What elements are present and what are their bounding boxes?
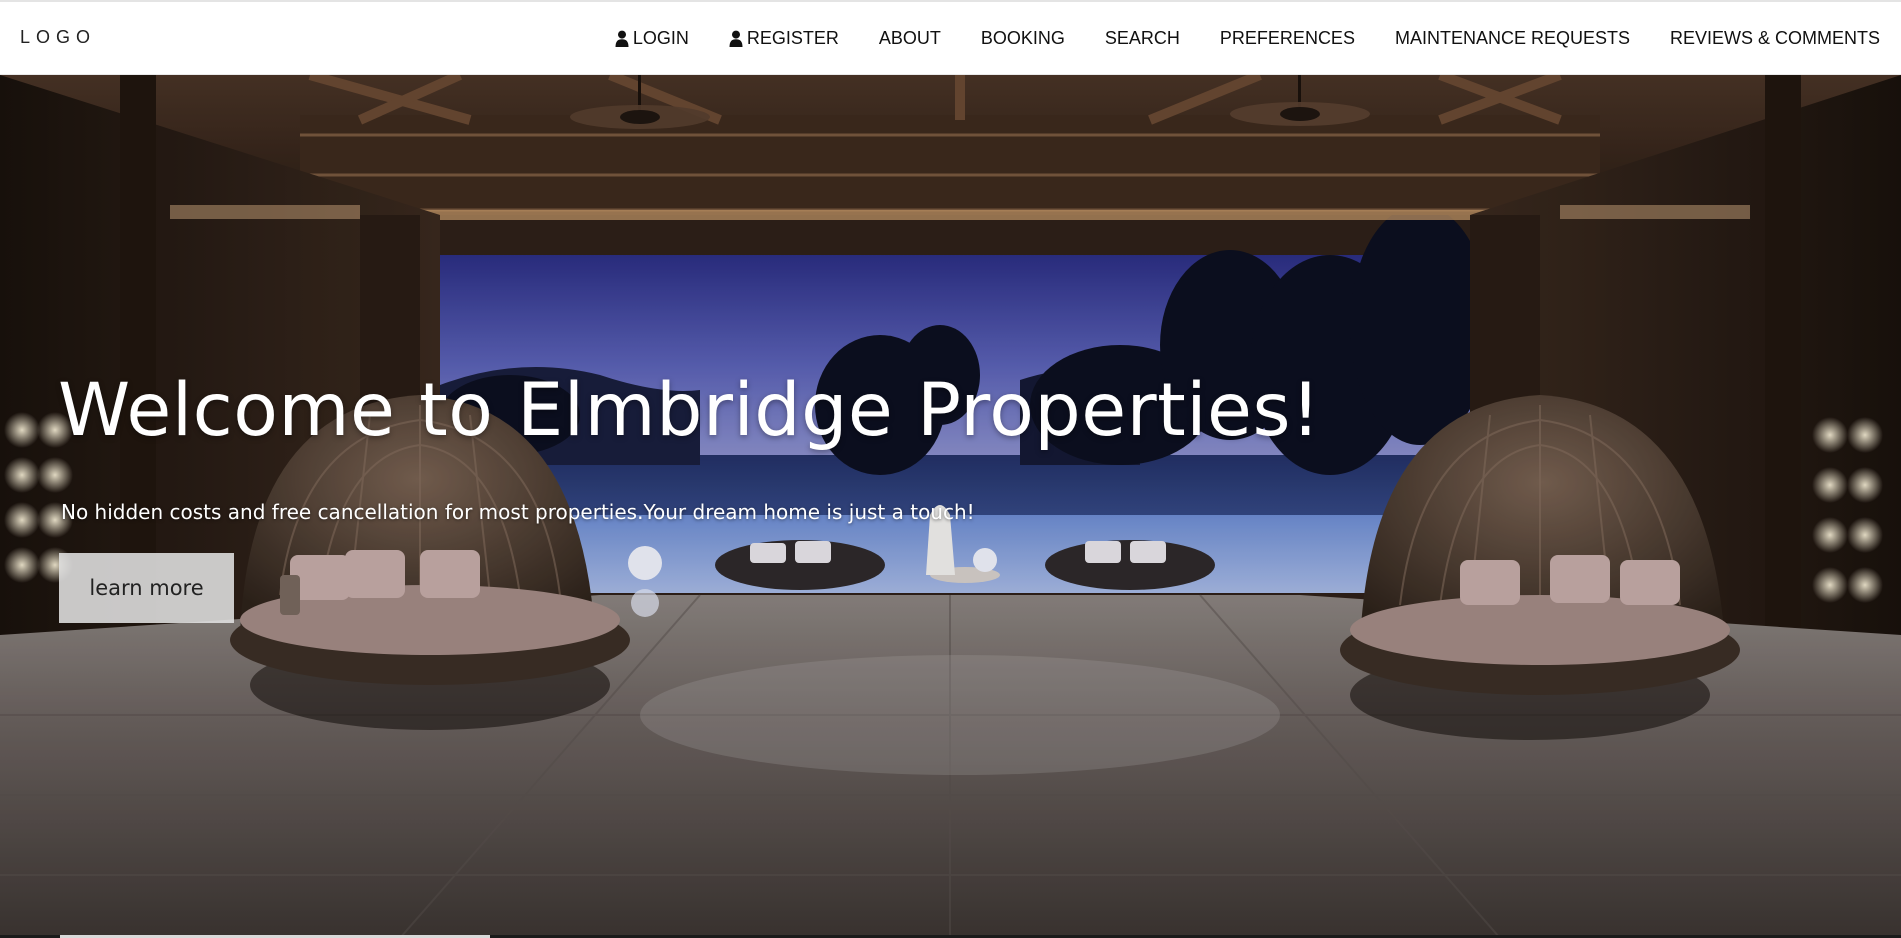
nav-booking-link[interactable]: BOOKING bbox=[981, 28, 1065, 49]
hero-section: Welcome to Elmbridge Properties! No hidd… bbox=[0, 75, 1901, 938]
hero-title: Welcome to Elmbridge Properties! bbox=[58, 367, 1321, 453]
nav-about-link[interactable]: ABOUT bbox=[879, 28, 941, 49]
nav-search-link[interactable]: SEARCH bbox=[1105, 28, 1180, 49]
nav-login-link[interactable]: LOGIN bbox=[615, 28, 689, 49]
learn-more-button[interactable]: learn more bbox=[59, 553, 234, 623]
nav-reviews-comments-link[interactable]: REVIEWS & COMMENTS bbox=[1670, 28, 1880, 49]
nav-preferences-link[interactable]: PREFERENCES bbox=[1220, 28, 1355, 49]
logo[interactable]: LOGO bbox=[20, 27, 96, 48]
nav-login-label: LOGIN bbox=[632, 28, 689, 48]
nav-maintenance-requests-link[interactable]: MAINTENANCE REQUESTS bbox=[1395, 28, 1630, 49]
user-icon bbox=[729, 30, 743, 47]
main-nav: LOGIN REGISTER ABOUT BOOKING SEARCH PREF… bbox=[615, 2, 1880, 75]
page: LOGO LOGIN REGISTER ABOUT BOOKING SEARCH… bbox=[0, 0, 1901, 938]
hero-subtitle: No hidden costs and free cancellation fo… bbox=[61, 500, 975, 524]
nav-register-label: REGISTER bbox=[746, 28, 839, 48]
nav-register-link[interactable]: REGISTER bbox=[729, 28, 839, 49]
top-navbar: LOGO LOGIN REGISTER ABOUT BOOKING SEARCH… bbox=[0, 0, 1901, 75]
user-icon bbox=[615, 30, 629, 47]
